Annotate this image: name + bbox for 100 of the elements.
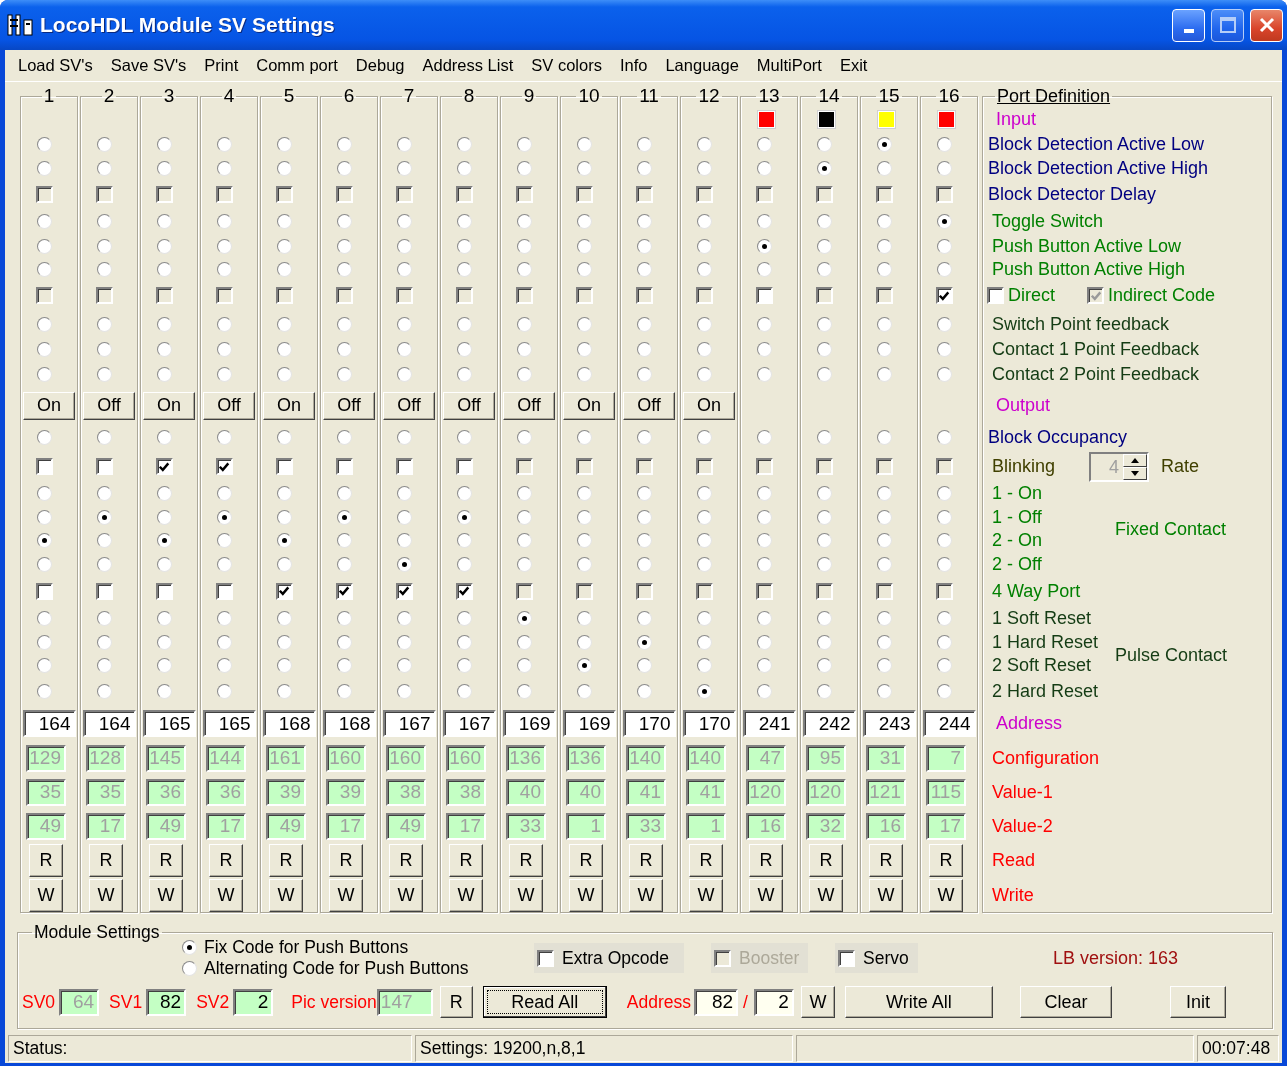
radio-button[interactable] (36, 610, 52, 626)
menu-item[interactable]: Language (656, 53, 748, 78)
address-field[interactable]: 244 (922, 710, 976, 737)
radio-button[interactable] (516, 367, 532, 382)
address-field[interactable]: 242 (802, 710, 856, 737)
radio-button[interactable] (636, 635, 652, 650)
toggle-button[interactable]: Off (323, 391, 375, 420)
checkbox[interactable] (395, 458, 413, 475)
write-button[interactable]: W (809, 878, 843, 912)
radio-button[interactable] (516, 635, 532, 650)
radio-button[interactable] (756, 635, 772, 650)
radio-button[interactable] (276, 486, 292, 501)
radio-button[interactable] (216, 486, 232, 501)
checkbox[interactable] (275, 582, 293, 600)
radio-button[interactable] (156, 136, 172, 152)
radio-button[interactable] (456, 136, 472, 152)
menu-item[interactable]: Load SV's (9, 53, 102, 78)
radio-button[interactable] (336, 635, 352, 650)
toggle-button[interactable]: Off (203, 391, 255, 420)
radio-button[interactable] (696, 510, 712, 525)
radio-button[interactable] (756, 533, 772, 548)
radio-button[interactable] (276, 367, 292, 382)
radio-button[interactable] (276, 533, 292, 548)
read-button[interactable]: R (569, 844, 603, 877)
radio-button[interactable] (936, 557, 952, 572)
radio-button[interactable] (636, 367, 652, 382)
radio-button[interactable] (576, 533, 592, 548)
radio-button[interactable] (276, 557, 292, 572)
radio-button[interactable] (336, 486, 352, 501)
radio-button[interactable] (576, 657, 592, 673)
radio-button[interactable] (216, 533, 232, 548)
read-button[interactable]: R (509, 844, 543, 877)
write-button[interactable]: W (689, 878, 723, 912)
init-button[interactable]: Init (1169, 986, 1226, 1018)
radio-button[interactable] (456, 510, 472, 525)
radio-button[interactable] (516, 610, 532, 626)
checkbox[interactable] (755, 287, 773, 304)
radio-button[interactable] (756, 160, 772, 176)
radio-button[interactable] (456, 341, 472, 357)
radio-button[interactable] (636, 316, 652, 332)
radio-button[interactable] (396, 316, 412, 332)
radio-button[interactable] (156, 557, 172, 572)
radio-button[interactable] (456, 429, 472, 445)
radio-button[interactable] (276, 261, 292, 277)
radio-button[interactable] (576, 635, 592, 650)
menu-item[interactable]: MultiPort (747, 53, 831, 78)
radio-button[interactable] (876, 214, 892, 229)
radio-button[interactable] (216, 341, 232, 357)
radio-button[interactable] (756, 214, 772, 229)
radio-button[interactable] (336, 136, 352, 152)
radio-button[interactable] (516, 238, 532, 254)
radio-button[interactable] (276, 429, 292, 445)
address-field[interactable]: 167 (442, 710, 496, 737)
toggle-button[interactable]: Off (443, 391, 495, 420)
radio-button[interactable] (516, 160, 532, 176)
radio-button[interactable] (216, 610, 232, 626)
radio-button[interactable] (516, 316, 532, 332)
sv-field[interactable]: 2 (233, 988, 274, 1016)
radio-button[interactable] (216, 136, 232, 152)
radio-button[interactable] (936, 341, 952, 357)
menu-item[interactable]: Print (195, 53, 248, 78)
radio-button[interactable] (182, 961, 197, 976)
radio-button[interactable] (936, 683, 952, 699)
radio-button[interactable] (396, 486, 412, 501)
checkbox[interactable] (155, 458, 173, 475)
read-button[interactable]: R (389, 844, 423, 877)
radio-button[interactable] (876, 367, 892, 382)
radio-button[interactable] (456, 486, 472, 501)
radio-button[interactable] (936, 238, 952, 254)
radio-button[interactable] (96, 136, 112, 152)
radio-button[interactable] (936, 261, 952, 277)
radio-button[interactable] (156, 486, 172, 501)
checkbox[interactable] (455, 582, 473, 600)
radio-button[interactable] (96, 214, 112, 229)
radio-button[interactable] (36, 683, 52, 699)
radio-button[interactable] (816, 486, 832, 501)
radio-button[interactable] (36, 160, 52, 176)
radio-button[interactable] (216, 316, 232, 332)
close-button[interactable] (1250, 8, 1283, 42)
radio-button[interactable] (396, 238, 412, 254)
radio-button[interactable] (396, 261, 412, 277)
address-field[interactable]: 243 (862, 710, 916, 737)
radio-button[interactable] (456, 635, 472, 650)
radio-button[interactable] (96, 160, 112, 176)
clear-button[interactable]: Clear (1019, 986, 1112, 1018)
radio-button[interactable] (756, 486, 772, 501)
write-button[interactable]: W (569, 878, 603, 912)
radio-button[interactable] (96, 610, 112, 626)
menu-item[interactable]: Exit (830, 53, 877, 78)
radio-button[interactable] (636, 486, 652, 501)
checkbox[interactable] (395, 582, 413, 600)
radio-button[interactable] (756, 510, 772, 525)
radio-button[interactable] (96, 429, 112, 445)
radio-button[interactable] (276, 635, 292, 650)
checkbox[interactable] (935, 287, 953, 304)
radio-button[interactable] (936, 136, 952, 152)
read-button[interactable]: R (329, 844, 363, 877)
radio-button[interactable] (636, 657, 652, 673)
radio-button[interactable] (36, 214, 52, 229)
checkbox[interactable] (215, 458, 233, 475)
